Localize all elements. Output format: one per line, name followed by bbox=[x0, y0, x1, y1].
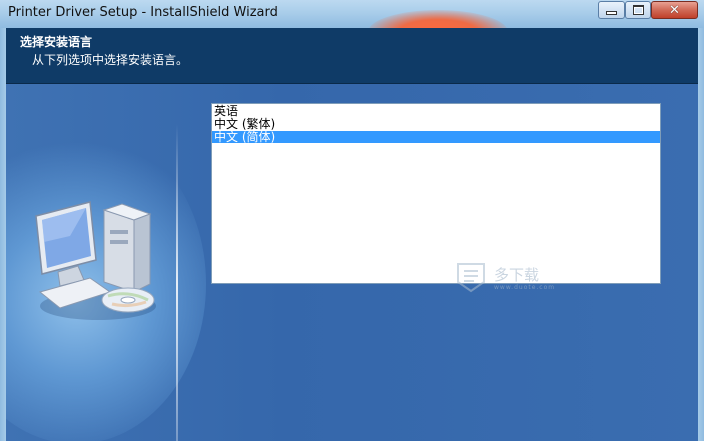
watermark-subtext: www.duote.com bbox=[494, 284, 556, 291]
installer-window: Printer Driver Setup - InstallShield Wiz… bbox=[0, 0, 704, 441]
page-subtitle: 从下列选项中选择安装语言。 bbox=[32, 53, 189, 67]
page-title: 选择安装语言 bbox=[20, 35, 93, 49]
wizard-header: 选择安装语言 从下列选项中选择安装语言。 bbox=[6, 28, 698, 84]
maximize-icon bbox=[632, 5, 644, 15]
watermark: 多下载 www.duote.com bbox=[454, 260, 554, 298]
language-listbox[interactable]: 英语 中文 (繁体) 中文 (简体) bbox=[211, 103, 661, 284]
window-title: Printer Driver Setup - InstallShield Wiz… bbox=[8, 5, 278, 20]
language-option-chinese-traditional[interactable]: 中文 (繁体) bbox=[212, 118, 660, 130]
title-bar[interactable]: Printer Driver Setup - InstallShield Wiz… bbox=[0, 0, 704, 28]
minimize-icon bbox=[606, 11, 617, 15]
window-frame-right bbox=[698, 28, 704, 441]
minimize-button[interactable] bbox=[598, 1, 625, 19]
computer-icon bbox=[35, 201, 156, 320]
language-option-chinese-simplified[interactable]: 中文 (简体) bbox=[212, 131, 660, 143]
wizard-body: 英语 中文 (繁体) 中文 (简体) 多下载 www.duote.com bbox=[6, 84, 698, 441]
vertical-divider bbox=[176, 124, 178, 441]
maximize-button[interactable] bbox=[625, 1, 651, 19]
close-icon: ✕ bbox=[669, 2, 680, 18]
title-bar-glow bbox=[368, 10, 508, 28]
close-button[interactable]: ✕ bbox=[651, 1, 698, 19]
language-option-english[interactable]: 英语 bbox=[212, 105, 660, 117]
watermark-text: 多下载 bbox=[494, 266, 540, 284]
watermark-logo-icon bbox=[457, 263, 485, 293]
